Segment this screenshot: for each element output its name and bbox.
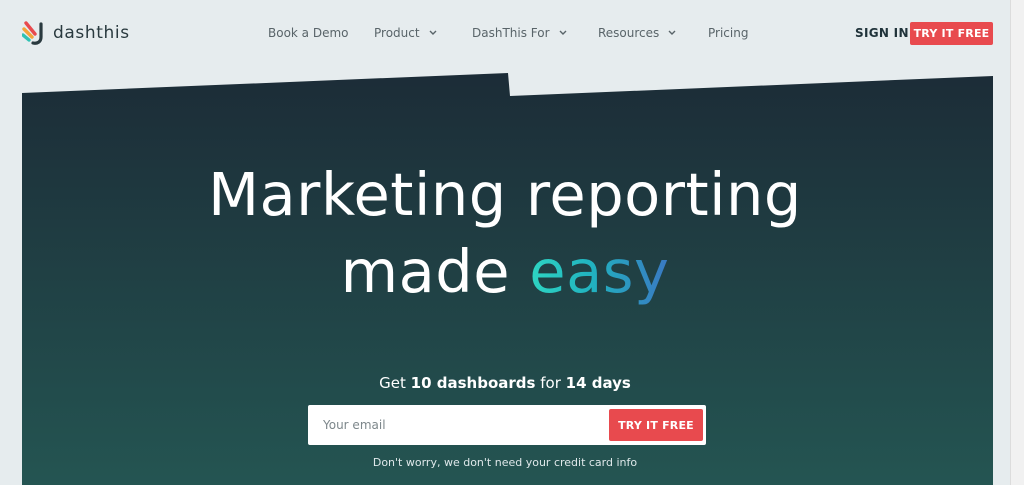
nav-book-demo[interactable]: Book a Demo (268, 26, 349, 40)
trial-offer: Get 10 dashboards for 14 days (0, 374, 1010, 392)
chevron-down-icon (559, 30, 567, 35)
offer-mid: for (535, 374, 566, 392)
nav-pricing[interactable]: Pricing (708, 26, 748, 40)
chevron-down-icon (429, 30, 437, 35)
logo[interactable]: dashthis (22, 20, 130, 46)
dashthis-logo-icon (22, 21, 43, 45)
nav-dashthis-for[interactable]: DashThis For (472, 26, 567, 40)
logo-text: dashthis (53, 23, 130, 43)
offer-prefix: Get (379, 374, 411, 392)
site-header: dashthis Book a Demo Product DashThis Fo… (0, 0, 1010, 68)
headline-highlight: easy (529, 237, 670, 306)
email-input[interactable] (308, 405, 606, 445)
nav-label: Book a Demo (268, 26, 349, 40)
sign-in-link[interactable]: SIGN IN (855, 26, 909, 40)
nav-label: Product (374, 26, 420, 40)
signup-form: TRY IT FREE (308, 405, 706, 445)
nav-label: DashThis For (472, 26, 550, 40)
hero-headline-line2: made easy (0, 238, 1010, 306)
headline-prefix: made (340, 237, 530, 306)
try-it-free-button[interactable]: TRY IT FREE (910, 22, 993, 45)
chevron-down-icon (668, 30, 676, 35)
page-scrollbar[interactable] (1010, 0, 1024, 485)
credit-card-note: Don't worry, we don't need your credit c… (372, 456, 638, 469)
nav-label: Pricing (708, 26, 749, 40)
nav-resources[interactable]: Resources (598, 26, 676, 40)
offer-count: 10 dashboards (410, 374, 536, 392)
offer-days: 14 days (565, 374, 631, 392)
try-it-free-submit-button[interactable]: TRY IT FREE (609, 409, 703, 441)
hero-headline-line1: Marketing reporting (208, 160, 802, 229)
nav-label: Resources (598, 26, 660, 40)
nav-product[interactable]: Product (374, 26, 437, 40)
